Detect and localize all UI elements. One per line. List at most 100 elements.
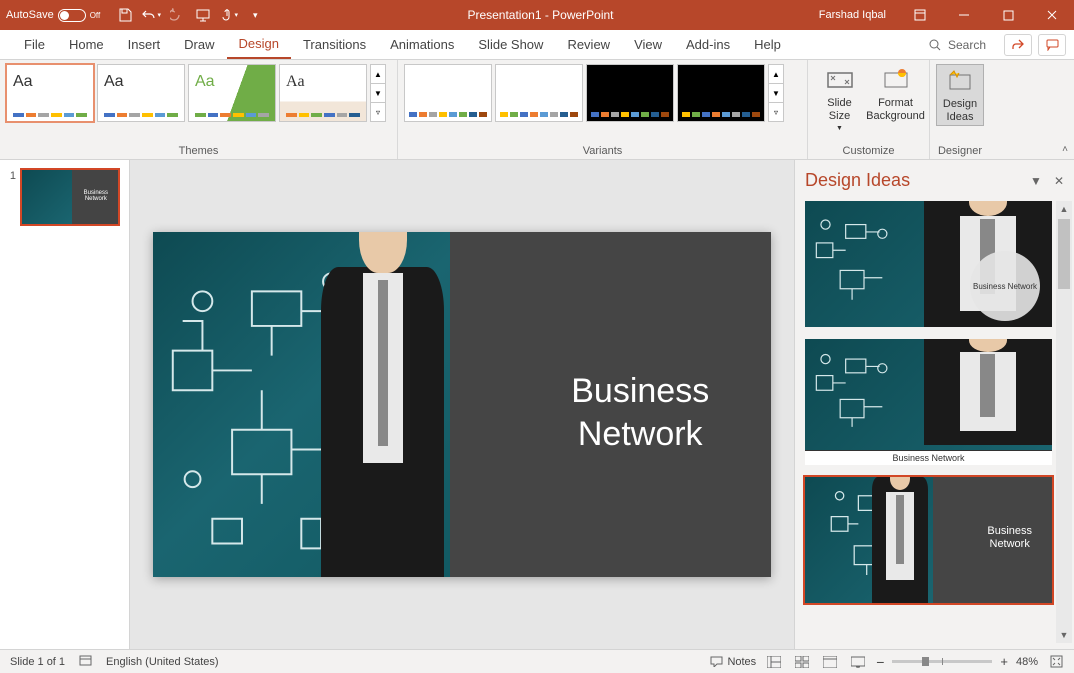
businessman-graphic <box>316 232 449 577</box>
design-idea-1-label: Business Network <box>970 251 1040 321</box>
autosave-label: AutoSave <box>6 9 54 21</box>
document-title: Presentation1 - PowerPoint <box>274 8 807 22</box>
title-bar: AutoSave Off ▾ ▾ ▾ Presentation1 - Power… <box>0 0 1074 30</box>
notes-button[interactable]: Notes <box>710 656 756 668</box>
reading-view-icon[interactable] <box>820 654 840 670</box>
tab-insert[interactable]: Insert <box>116 30 173 59</box>
slide-thumb-number: 1 <box>4 168 16 226</box>
zoom-value[interactable]: 48% <box>1016 656 1038 668</box>
collapse-ribbon-icon[interactable]: ˄ <box>1062 144 1068 155</box>
theme-thumb-3[interactable]: Aa <box>188 64 276 122</box>
ribbon-display-options-icon[interactable] <box>898 0 942 30</box>
slide-title[interactable]: Business Network <box>571 370 709 455</box>
share-button[interactable] <box>1004 34 1032 56</box>
theme-thumb-4[interactable]: Aa <box>279 64 367 122</box>
notes-icon <box>710 656 723 667</box>
comments-icon <box>1046 38 1059 51</box>
qat-customize-icon[interactable]: ▾ <box>244 4 266 26</box>
variant-thumb-4[interactable] <box>677 64 765 122</box>
tab-addins[interactable]: Add-ins <box>674 30 742 59</box>
themes-expand-icon[interactable]: ▿ <box>371 103 385 121</box>
autosave-toggle-icon[interactable] <box>58 9 86 22</box>
variant-thumb-1[interactable] <box>404 64 492 122</box>
ribbon-tabs: File Home Insert Draw Design Transitions… <box>0 30 1074 60</box>
close-icon[interactable] <box>1030 0 1074 30</box>
pane-options-icon[interactable]: ▼ <box>1030 174 1042 188</box>
theme-thumb-1[interactable]: Aa <box>6 64 94 122</box>
themes-scroll-down-icon[interactable]: ▼ <box>371 84 385 103</box>
tab-design[interactable]: Design <box>227 30 291 59</box>
group-designer-label: Designer <box>936 143 984 157</box>
zoom-in-button[interactable]: + <box>1000 654 1008 669</box>
tab-view[interactable]: View <box>622 30 674 59</box>
variant-thumb-3[interactable] <box>586 64 674 122</box>
zoom-out-button[interactable]: − <box>876 654 884 670</box>
status-bar: Slide 1 of 1 English (United States) Not… <box>0 649 1074 673</box>
scroll-up-icon[interactable]: ▲ <box>1056 201 1072 217</box>
tab-file[interactable]: File <box>12 30 57 59</box>
variants-scroll-down-icon[interactable]: ▼ <box>769 84 783 103</box>
group-variants: ▲ ▼ ▿ Variants <box>398 60 808 159</box>
minimize-icon[interactable] <box>942 0 986 30</box>
slide-thumbnail-panel: 1 BusinessNetwork <box>0 160 130 649</box>
design-idea-card-1[interactable]: Business Network <box>805 201 1052 327</box>
tab-help[interactable]: Help <box>742 30 793 59</box>
pane-close-icon[interactable]: ✕ <box>1054 174 1064 188</box>
scroll-down-icon[interactable]: ▼ <box>1056 627 1072 643</box>
language-status[interactable]: English (United States) <box>106 656 219 668</box>
account-username[interactable]: Farshad Iqbal <box>807 9 898 21</box>
ribbon-content: Aa Aa Aa Aa ▲ ▼ ▿ Themes ▲ ▼ ▿ Variants <box>0 60 1074 160</box>
maximize-icon[interactable] <box>986 0 1030 30</box>
variants-expand-icon[interactable]: ▿ <box>769 103 783 121</box>
tab-draw[interactable]: Draw <box>172 30 226 59</box>
tab-transitions[interactable]: Transitions <box>291 30 378 59</box>
tab-home[interactable]: Home <box>57 30 116 59</box>
variants-scroll-up-icon[interactable]: ▲ <box>769 65 783 84</box>
variant-thumb-2[interactable] <box>495 64 583 122</box>
format-background-icon <box>882 66 910 94</box>
format-background-button[interactable]: Format Background <box>868 64 923 124</box>
tab-review[interactable]: Review <box>555 30 622 59</box>
share-icon <box>1012 38 1025 51</box>
design-ideas-icon <box>946 67 974 95</box>
slide-thumbnail-1[interactable]: BusinessNetwork <box>20 168 120 226</box>
slide-editor-area[interactable]: Business Network <box>130 160 794 649</box>
search-placeholder: Search <box>948 38 986 52</box>
design-ideas-button[interactable]: Design Ideas <box>936 64 984 126</box>
group-variants-label: Variants <box>404 143 801 157</box>
present-from-beginning-icon[interactable] <box>192 4 214 26</box>
slide-sorter-view-icon[interactable] <box>792 654 812 670</box>
autosave[interactable]: AutoSave Off <box>0 9 106 22</box>
themes-gallery-arrows: ▲ ▼ ▿ <box>370 64 386 122</box>
design-idea-card-3[interactable]: BusinessNetwork <box>805 477 1052 603</box>
normal-view-icon[interactable] <box>764 654 784 670</box>
quick-access-toolbar: ▾ ▾ ▾ <box>106 4 274 26</box>
theme-thumb-2[interactable]: Aa <box>97 64 185 122</box>
design-idea-card-2[interactable]: Business Network <box>805 339 1052 465</box>
touch-mode-icon[interactable]: ▾ <box>218 4 240 26</box>
redo-icon[interactable] <box>166 4 188 26</box>
group-themes-label: Themes <box>6 143 391 157</box>
accessibility-icon[interactable] <box>79 654 92 670</box>
tab-slideshow[interactable]: Slide Show <box>466 30 555 59</box>
scroll-thumb[interactable] <box>1058 219 1070 289</box>
zoom-slider[interactable] <box>892 660 992 663</box>
slideshow-view-icon[interactable] <box>848 654 868 670</box>
themes-scroll-up-icon[interactable]: ▲ <box>371 65 385 84</box>
comments-button[interactable] <box>1038 34 1066 56</box>
tab-animations[interactable]: Animations <box>378 30 466 59</box>
variants-gallery-arrows: ▲ ▼ ▿ <box>768 64 784 122</box>
group-designer: Design Ideas Designer <box>930 60 990 159</box>
fit-to-window-icon[interactable] <box>1046 654 1066 670</box>
slide-count[interactable]: Slide 1 of 1 <box>10 656 65 668</box>
design-ideas-title: Design Ideas <box>805 170 910 191</box>
design-idea-3-label: BusinessNetwork <box>987 525 1032 551</box>
design-ideas-pane: Design Ideas ▼ ✕ Business Network <box>794 160 1074 649</box>
design-ideas-scrollbar[interactable]: ▲ ▼ <box>1056 201 1072 643</box>
slide-canvas[interactable]: Business Network <box>153 232 771 577</box>
undo-icon[interactable]: ▾ <box>140 4 162 26</box>
workspace: 1 BusinessNetwork <box>0 160 1074 649</box>
slide-size-button[interactable]: Slide Size ▼ <box>814 64 865 135</box>
tell-me-search[interactable]: Search <box>918 30 996 59</box>
save-icon[interactable] <box>114 4 136 26</box>
